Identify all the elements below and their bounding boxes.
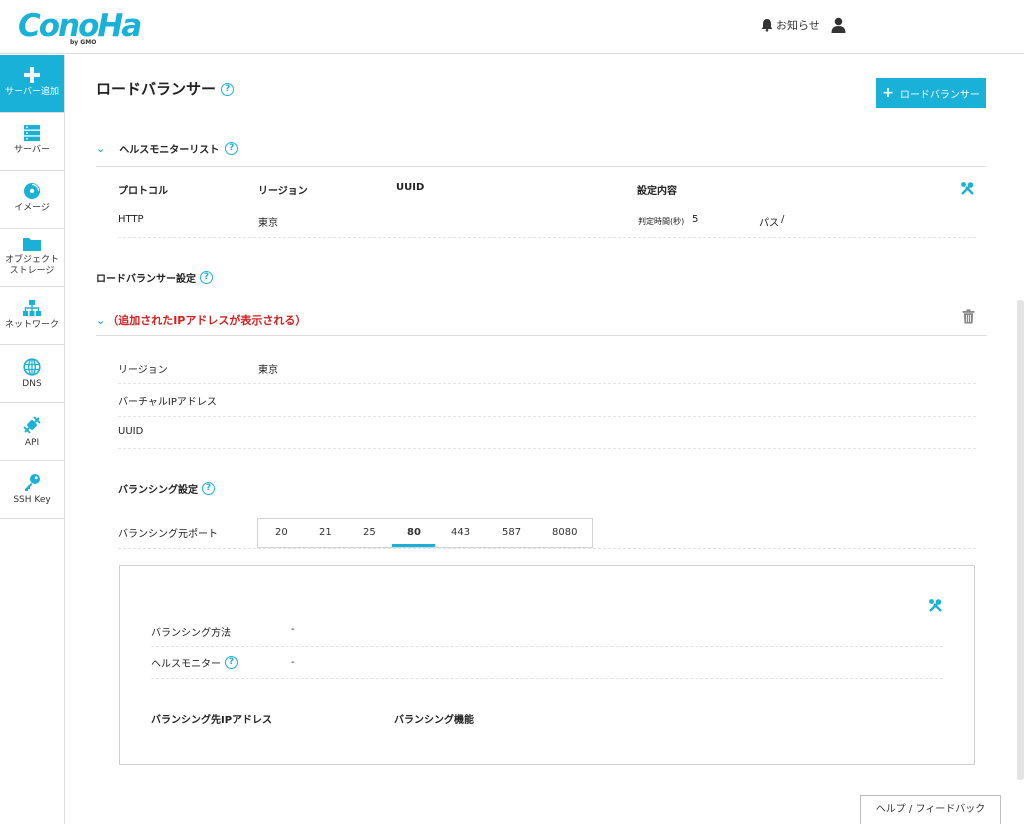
balancing-settings-heading: バランシング設定 ?	[118, 481, 215, 496]
selected-tab-indicator	[392, 544, 435, 547]
disc-icon	[24, 183, 40, 199]
chevron-down-icon: ⌄	[96, 313, 106, 327]
tab-port-25[interactable]: 25	[363, 527, 376, 538]
help-icon[interactable]: ?	[200, 271, 213, 284]
sidebar-item-label: イメージ	[14, 203, 50, 213]
health-monitor-section-header[interactable]: ⌄ ヘルスモニターリスト ?	[96, 141, 239, 156]
column-header-uuid: UUID	[396, 182, 425, 193]
row-protocol: HTTP	[118, 214, 144, 225]
row-divider	[151, 678, 943, 679]
monitor-value: -	[291, 657, 295, 668]
row-divider	[118, 448, 976, 449]
sidebar-item-network[interactable]: ネットワーク	[0, 287, 64, 345]
bell-icon	[761, 19, 773, 32]
column-header-function: バランシング機能	[394, 715, 474, 726]
top-header: ConoHa by GMO お知らせ	[0, 0, 1024, 54]
row-path-label: パス	[759, 218, 779, 229]
sidebar-item-label: DNS	[22, 379, 42, 389]
add-load-balancer-button[interactable]: + ロードバランサー	[876, 78, 986, 108]
ip-section-header[interactable]: ⌄ （追加されたIPアドレスが表示される）	[96, 312, 306, 328]
tab-port-21[interactable]: 21	[319, 527, 332, 538]
sidebar-item-image[interactable]: イメージ	[0, 171, 64, 229]
divider	[96, 335, 987, 336]
folder-icon	[23, 238, 41, 251]
row-interval-label: 判定時間(秒)	[638, 217, 685, 226]
column-header-region: リージョン	[258, 186, 308, 197]
sidebar-item-label: ネットワーク	[4, 320, 59, 330]
sidebar-item-label: SSH Key	[13, 495, 51, 505]
divider	[96, 166, 987, 167]
sidebar-item-api[interactable]: API	[0, 403, 64, 461]
sidebar-item-label-2: ストレージ	[9, 266, 55, 276]
lb-settings-heading: ロードバランサー設定 ?	[96, 270, 213, 285]
tab-port-20[interactable]: 20	[275, 527, 288, 538]
field-label-vip: バーチャルIPアドレス	[118, 397, 217, 408]
row-interval-value: 5	[692, 214, 699, 225]
server-icon	[24, 125, 40, 142]
help-icon[interactable]: ?	[202, 482, 215, 495]
tab-port-80[interactable]: 80	[407, 527, 421, 538]
row-region: 東京	[258, 218, 278, 229]
sidebar-item-label: サーバー	[14, 145, 50, 155]
sidebar-item-label: API	[24, 438, 40, 448]
field-label-uuid: UUID	[118, 426, 144, 437]
method-label: バランシング方法	[151, 628, 231, 639]
row-divider	[118, 416, 976, 417]
health-monitor-title: ヘルスモニターリスト	[119, 145, 220, 156]
row-divider	[118, 237, 976, 238]
plus-icon	[24, 67, 40, 83]
tab-port-443[interactable]: 443	[451, 527, 470, 538]
tab-port-587[interactable]: 587	[502, 527, 521, 538]
tools-icon[interactable]	[928, 598, 943, 617]
sidebar-item-add-server[interactable]: サーバー追加	[0, 55, 64, 113]
scrollbar[interactable]	[1017, 300, 1024, 780]
conoha-logo[interactable]: ConoHa by GMO	[18, 8, 142, 48]
page-title: ロードバランサー ?	[96, 78, 235, 99]
field-value-region: 東京	[258, 365, 278, 376]
help-icon[interactable]: ?	[225, 656, 238, 669]
logo-sub: by GMO	[70, 39, 97, 46]
help-icon[interactable]: ?	[225, 142, 239, 155]
field-label-region: リージョン	[118, 365, 168, 376]
sidebar-item-dns[interactable]: DNS	[0, 345, 64, 403]
tab-port-8080[interactable]: 8080	[552, 527, 577, 538]
network-icon	[23, 300, 41, 316]
row-divider	[151, 646, 943, 647]
key-icon	[25, 474, 40, 491]
help-feedback-button[interactable]: ヘルプ / フィードバック	[860, 795, 1001, 824]
chevron-down-icon: ⌄	[96, 142, 106, 155]
trash-icon[interactable]	[962, 309, 975, 328]
balancing-port-label: バランシング元ポート	[118, 529, 218, 540]
monitor-label: ヘルスモニター ?	[151, 655, 238, 670]
port-detail-panel: バランシング方法 - ヘルスモニター ? - バランシング先IPアドレス バラン…	[119, 565, 975, 765]
globe-icon	[23, 358, 41, 376]
notice-label: お知らせ	[776, 19, 820, 32]
sidebar-item-server[interactable]: サーバー	[0, 113, 64, 171]
sidebar-item-label: オブジェクト	[4, 255, 59, 265]
port-tabs: 20 21 25 80 443 587 8080	[257, 518, 593, 548]
column-header-dest-ip: バランシング先IPアドレス	[151, 715, 273, 726]
help-icon[interactable]: ?	[221, 83, 235, 96]
row-divider	[118, 548, 976, 549]
row-divider	[118, 383, 976, 384]
ip-section-title: （追加されたIPアドレスが表示される）	[107, 314, 307, 327]
tools-icon[interactable]	[960, 181, 975, 200]
row-path-value: /	[781, 214, 785, 225]
add-button-label: ロードバランサー	[899, 89, 980, 101]
sidebar-item-object-storage[interactable]: オブジェクト ストレージ	[0, 229, 64, 287]
sidebar-item-ssh-key[interactable]: SSH Key	[0, 461, 64, 519]
user-icon[interactable]	[831, 17, 846, 37]
api-icon	[23, 416, 41, 434]
sidebar-item-label: サーバー追加	[5, 87, 59, 97]
column-header-settings: 設定内容	[637, 186, 677, 197]
plus-icon: +	[882, 85, 894, 101]
notice-link[interactable]: お知らせ	[760, 17, 820, 33]
sidebar: サーバー追加 サーバー イメージ オブジェクト ストレージ ネットワーク DNS…	[0, 55, 65, 824]
column-header-protocol: プロトコル	[118, 186, 168, 197]
method-value: -	[291, 624, 295, 635]
